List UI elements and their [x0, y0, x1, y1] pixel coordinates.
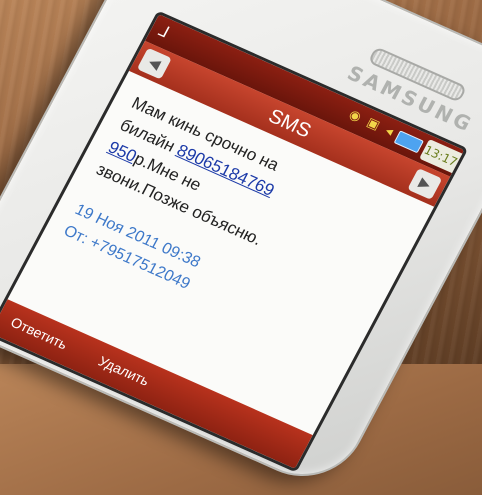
reply-softkey[interactable]: Ответить: [8, 314, 70, 353]
signal-icon: ⅃: [155, 21, 173, 42]
battery-icon: [393, 130, 424, 154]
phone-body: SAMSUNG ⅃ ◉ ▣ ◂ 13:17 ◀ SMS ▶ Мам кинь с…: [0, 0, 482, 495]
delete-softkey[interactable]: Удалить: [96, 353, 152, 389]
next-message-button[interactable]: ▶: [407, 168, 443, 200]
prev-message-button[interactable]: ◀: [136, 47, 172, 80]
